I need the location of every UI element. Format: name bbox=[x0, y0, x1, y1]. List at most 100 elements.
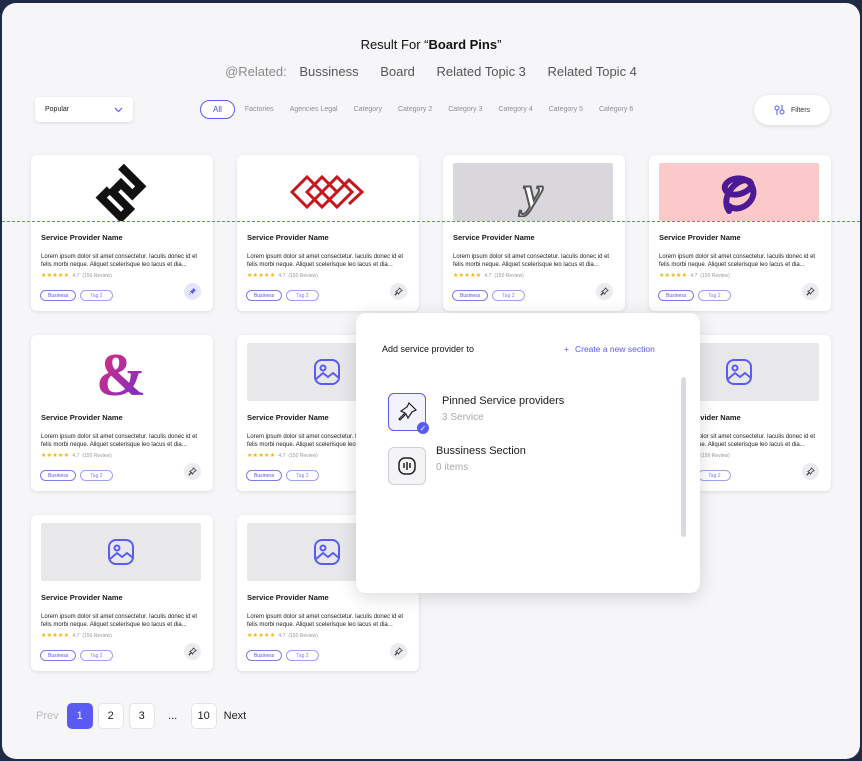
tag-2[interactable]: Tag 2 bbox=[492, 290, 525, 301]
tag-business[interactable]: Business bbox=[40, 470, 77, 481]
provider-rating: ★★★★★4.7(150 Review) bbox=[41, 272, 112, 280]
section-item-business[interactable]: Bussiness Section 0 items bbox=[388, 445, 526, 485]
provider-name: Service Provider Name bbox=[41, 413, 123, 422]
tag-business[interactable]: Business bbox=[40, 650, 77, 661]
page-button-2[interactable]: 2 bbox=[97, 703, 124, 729]
provider-logo: & bbox=[41, 343, 201, 401]
provider-name: Service Provider Name bbox=[659, 233, 741, 242]
provider-card[interactable]: Service Provider Name Lorem ipsum dolor … bbox=[31, 155, 213, 311]
provider-description: Lorem ipsum dolor sit amet consectetur. … bbox=[247, 614, 404, 628]
provider-rating: ★★★★★4.7(150 Review) bbox=[659, 272, 730, 280]
provider-description: Lorem ipsum dolor sit amet consectetur. … bbox=[41, 434, 198, 448]
related-link-board[interactable]: Board bbox=[380, 64, 415, 79]
popup-heading: Add service provider to bbox=[382, 344, 475, 354]
page-button-10[interactable]: 10 bbox=[190, 703, 217, 729]
pin-button[interactable] bbox=[184, 643, 201, 660]
category-tab[interactable]: Category 2 bbox=[398, 106, 432, 113]
related-link-topic-4[interactable]: Related Topic 4 bbox=[548, 64, 637, 79]
sort-dropdown[interactable]: Popular bbox=[35, 97, 133, 122]
section-count: 3 Service bbox=[442, 412, 484, 423]
category-tab[interactable]: Factories bbox=[245, 106, 274, 113]
section-name: Bussiness Section bbox=[436, 445, 526, 457]
svg-text:y: y bbox=[518, 168, 543, 217]
section-count: 0 items bbox=[436, 462, 469, 473]
tag-business[interactable]: Business bbox=[246, 470, 283, 481]
tag-2[interactable]: Tag 2 bbox=[80, 290, 113, 301]
plus-icon: + bbox=[564, 344, 569, 354]
filters-label: Filters bbox=[790, 106, 811, 114]
provider-card[interactable]: & Service Provider Name Lorem ipsum dolo… bbox=[31, 335, 213, 491]
provider-card[interactable]: y Service Provider Name Lorem ipsum dolo… bbox=[443, 155, 625, 311]
pin-button[interactable] bbox=[596, 283, 613, 300]
category-tab[interactable]: Category 6 bbox=[599, 106, 633, 113]
provider-card[interactable]: Service Provider Name Lorem ipsum dolor … bbox=[649, 155, 831, 311]
guide-line bbox=[2, 221, 860, 222]
popup-scrollbar[interactable] bbox=[681, 377, 686, 537]
filters-button[interactable]: Filters bbox=[754, 95, 830, 125]
category-tab-all[interactable]: All bbox=[200, 100, 235, 119]
image-icon bbox=[726, 359, 752, 385]
section-name: Pinned Service providers bbox=[442, 395, 565, 407]
tag-business[interactable]: Business bbox=[452, 290, 489, 301]
tag-business[interactable]: Business bbox=[246, 290, 283, 301]
pin-outline-icon bbox=[394, 647, 403, 656]
provider-name: Service Provider Name bbox=[247, 413, 329, 422]
image-icon bbox=[314, 539, 340, 565]
provider-name: Service Provider Name bbox=[247, 593, 329, 602]
sort-value: Popular bbox=[45, 106, 70, 113]
pin-outline-icon bbox=[188, 467, 197, 476]
tag-2[interactable]: Tag 2 bbox=[698, 470, 731, 481]
image-icon bbox=[108, 539, 134, 565]
related-topics: @Related: Bussiness Board Related Topic … bbox=[2, 64, 860, 79]
tag-2[interactable]: Tag 2 bbox=[80, 650, 113, 661]
pin-button[interactable] bbox=[390, 283, 407, 300]
page-button-3[interactable]: 3 bbox=[128, 703, 155, 729]
pin-section-icon: ✓ bbox=[388, 393, 429, 434]
provider-card[interactable]: Service Provider Name Lorem ipsum dolor … bbox=[31, 515, 213, 671]
check-badge-icon: ✓ bbox=[417, 422, 429, 434]
related-link-topic-3[interactable]: Related Topic 3 bbox=[437, 64, 526, 79]
provider-rating: ★★★★★4.7(150 Review) bbox=[453, 272, 524, 280]
provider-name: Service Provider Name bbox=[41, 233, 123, 242]
app-frame: Result For “Board Pins” @Related: Bussin… bbox=[2, 3, 860, 759]
page-button-1[interactable]: 1 bbox=[66, 703, 93, 729]
provider-logo bbox=[659, 163, 819, 221]
prev-button[interactable]: Prev bbox=[36, 710, 59, 722]
create-section-button[interactable]: + Create a new section bbox=[564, 344, 655, 354]
page-title: Result For “Board Pins” bbox=[360, 37, 502, 52]
next-button[interactable]: Next bbox=[224, 710, 247, 722]
category-tab[interactable]: Category 5 bbox=[549, 106, 583, 113]
category-tab[interactable]: Category 3 bbox=[448, 106, 482, 113]
provider-name: Service Provider Name bbox=[41, 593, 123, 602]
provider-rating: ★★★★★4.7(150 Review) bbox=[247, 452, 318, 460]
add-to-section-popup: Add service provider to + Create a new s… bbox=[356, 313, 700, 593]
provider-name: Service Provider Name bbox=[247, 233, 329, 242]
pin-button[interactable] bbox=[184, 283, 201, 300]
pin-button[interactable] bbox=[802, 463, 819, 480]
provider-rating: ★★★★★4.7(150 Review) bbox=[41, 452, 112, 460]
tag-2[interactable]: Tag 2 bbox=[286, 290, 319, 301]
page-ellipsis: ... bbox=[168, 710, 178, 722]
related-label: @Related: bbox=[225, 64, 287, 79]
pin-button[interactable] bbox=[184, 463, 201, 480]
tag-2[interactable]: Tag 2 bbox=[698, 290, 731, 301]
tag-business[interactable]: Business bbox=[246, 650, 283, 661]
provider-rating: ★★★★★4.7(150 Review) bbox=[41, 632, 112, 640]
pin-button[interactable] bbox=[390, 643, 407, 660]
tag-business[interactable]: Business bbox=[40, 290, 77, 301]
provider-card[interactable]: Service Provider Name Lorem ipsum dolor … bbox=[237, 155, 419, 311]
filter-icon bbox=[774, 105, 785, 115]
category-tab[interactable]: Category 4 bbox=[498, 106, 532, 113]
category-tab[interactable]: Category bbox=[354, 106, 382, 113]
tag-business[interactable]: Business bbox=[658, 290, 695, 301]
pin-button[interactable] bbox=[802, 283, 819, 300]
section-item-pinned[interactable]: ✓ Pinned Service providers 3 Service bbox=[388, 393, 565, 434]
provider-logo bbox=[41, 163, 201, 221]
tag-2[interactable]: Tag 2 bbox=[286, 470, 319, 481]
pin-outline-icon bbox=[188, 647, 197, 656]
pin-outline-icon bbox=[600, 287, 609, 296]
related-link-bussiness[interactable]: Bussiness bbox=[299, 64, 358, 79]
tag-2[interactable]: Tag 2 bbox=[286, 650, 319, 661]
tag-2[interactable]: Tag 2 bbox=[80, 470, 113, 481]
category-tab[interactable]: Agencies Legal bbox=[290, 106, 338, 113]
